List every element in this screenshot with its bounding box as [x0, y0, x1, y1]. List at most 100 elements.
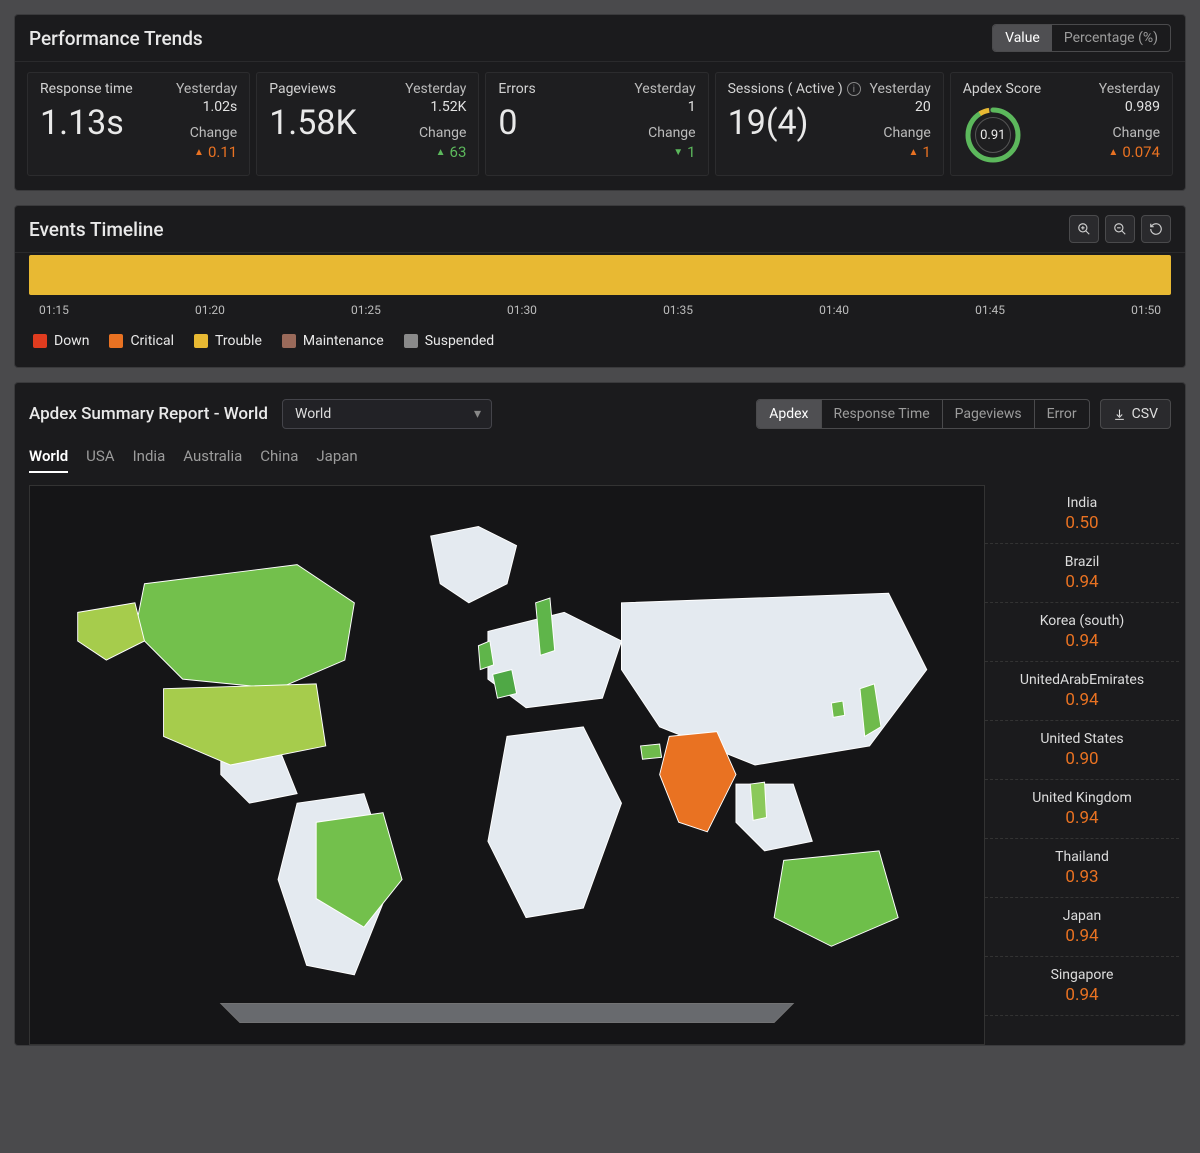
change-label: Change	[883, 125, 930, 141]
legend-label: Suspended	[425, 333, 495, 349]
tab-world[interactable]: World	[29, 441, 68, 473]
tab-australia[interactable]: Australia	[183, 441, 242, 473]
country-item[interactable]: Singapore 0.94	[985, 957, 1179, 1016]
legend-item: Suspended	[404, 333, 495, 349]
yesterday-value: 0.989	[1125, 99, 1160, 115]
country-name: Singapore	[991, 967, 1173, 983]
legend-item: Maintenance	[282, 333, 384, 349]
country-value: 0.90	[991, 749, 1173, 769]
csv-label: CSV	[1132, 406, 1158, 422]
timeline-tick: 01:40	[819, 303, 849, 317]
info-icon[interactable]: i	[847, 82, 861, 96]
country-value: 0.50	[991, 513, 1173, 533]
country-name: UnitedArabEmirates	[991, 672, 1173, 688]
metric-title: Sessions ( Active )i	[728, 81, 861, 97]
timeline-title: Events Timeline	[29, 218, 164, 241]
country-name: India	[991, 495, 1173, 511]
yesterday-label: Yesterday	[176, 81, 237, 97]
reset-zoom-button[interactable]	[1141, 215, 1171, 243]
trend-arrow-icon: ▼	[673, 147, 683, 158]
world-map[interactable]	[29, 485, 985, 1045]
tab-usa[interactable]: USA	[86, 441, 114, 473]
segment-apdex[interactable]: Apdex	[757, 400, 821, 428]
country-value: 0.93	[991, 867, 1173, 887]
country-item[interactable]: India 0.50	[985, 485, 1179, 544]
yesterday-label: Yesterday	[870, 81, 931, 97]
metric-card: Sessions ( Active )i 19(4) Yesterday 20 …	[715, 72, 944, 176]
yesterday-label: Yesterday	[405, 81, 466, 97]
reset-icon	[1149, 222, 1163, 236]
change-value: ▲1	[908, 143, 930, 161]
metric-value: 19(4)	[728, 103, 861, 144]
metric-title: Apdex Score	[963, 81, 1041, 97]
legend-label: Down	[54, 333, 89, 349]
apdex-report-card: Apdex Summary Report - World World Apdex…	[14, 382, 1186, 1046]
zoom-in-icon	[1077, 222, 1091, 236]
country-value: 0.94	[991, 926, 1173, 946]
segment-error[interactable]: Error	[1035, 400, 1089, 428]
change-value: ▲63	[436, 143, 467, 161]
country-item[interactable]: Korea (south) 0.94	[985, 603, 1179, 662]
country-name: United Kingdom	[991, 790, 1173, 806]
legend-label: Trouble	[215, 333, 262, 349]
tab-japan[interactable]: Japan	[316, 441, 357, 473]
zoom-in-button[interactable]	[1069, 215, 1099, 243]
country-item[interactable]: Thailand0.93	[985, 839, 1179, 898]
legend-label: Critical	[130, 333, 174, 349]
country-name: Korea (south)	[991, 613, 1173, 629]
country-item[interactable]: Brazil0.94	[985, 544, 1179, 603]
metrics-row: Response time 1.13s Yesterday 1.02s Chan…	[15, 62, 1185, 190]
change-value: ▲0.11	[194, 143, 237, 161]
timeline-tick: 01:35	[663, 303, 693, 317]
tab-china[interactable]: China	[260, 441, 298, 473]
report-header: Apdex Summary Report - World World Apdex…	[15, 383, 1185, 437]
events-timeline-card: Events Timeline 01:1501:2001:2501:3001:3…	[14, 205, 1186, 368]
country-value: 0.94	[991, 808, 1173, 828]
legend-swatch	[194, 334, 208, 348]
metric-value: 1.13s	[40, 103, 133, 144]
metric-value: 0	[498, 103, 535, 144]
apdex-ring: 0.91	[963, 105, 1023, 165]
region-select-value: World	[295, 406, 331, 422]
timeline-tick: 01:45	[975, 303, 1005, 317]
change-value: ▼1	[673, 143, 695, 161]
segment-response-time[interactable]: Response Time	[822, 400, 943, 428]
legend-swatch	[282, 334, 296, 348]
change-value: ▲0.074	[1108, 143, 1160, 161]
change-label: Change	[419, 125, 466, 141]
timeline-tick: 01:15	[39, 303, 69, 317]
toggle-value[interactable]: Value	[993, 25, 1052, 51]
download-icon	[1113, 408, 1126, 421]
legend-item: Critical	[109, 333, 174, 349]
legend-swatch	[33, 334, 47, 348]
metric-title: Response time	[40, 81, 133, 97]
region-select[interactable]: World	[282, 399, 492, 429]
change-label: Change	[190, 125, 237, 141]
timeline-axis: 01:1501:2001:2501:3001:3501:4001:4501:50	[29, 295, 1171, 323]
zoom-out-icon	[1113, 222, 1127, 236]
timeline-header: Events Timeline	[15, 206, 1185, 253]
yesterday-value: 1.02s	[203, 99, 238, 115]
timeline-bar[interactable]	[29, 255, 1171, 295]
zoom-out-button[interactable]	[1105, 215, 1135, 243]
country-list[interactable]: India0.50Brazil0.94Korea (south)0.94Unit…	[985, 485, 1185, 1045]
country-item[interactable]: UnitedArabEmirates 0.94	[985, 662, 1179, 721]
country-item[interactable]: Japan 0.94	[985, 898, 1179, 957]
yesterday-value: 1.52K	[430, 99, 466, 115]
country-item[interactable]: United States0.90	[985, 721, 1179, 780]
country-value: 0.94	[991, 985, 1173, 1005]
country-value: 0.94	[991, 690, 1173, 710]
metric-value: 1.58K	[269, 103, 357, 144]
yesterday-value: 20	[915, 99, 931, 115]
legend-swatch	[109, 334, 123, 348]
tab-india[interactable]: India	[133, 441, 166, 473]
perf-toggle-group: Value Percentage (%)	[992, 24, 1171, 52]
segment-pageviews[interactable]: Pageviews	[943, 400, 1035, 428]
toggle-percentage[interactable]: Percentage (%)	[1052, 25, 1170, 51]
country-name: Japan	[991, 908, 1173, 924]
export-csv-button[interactable]: CSV	[1100, 399, 1171, 429]
country-item[interactable]: United Kingdom 0.94	[985, 780, 1179, 839]
country-value: 0.94	[991, 631, 1173, 651]
metric-card: Errors 0 Yesterday 1 Change ▼1	[485, 72, 708, 176]
report-tabs: World USA India Australia China Japan	[15, 437, 1185, 473]
